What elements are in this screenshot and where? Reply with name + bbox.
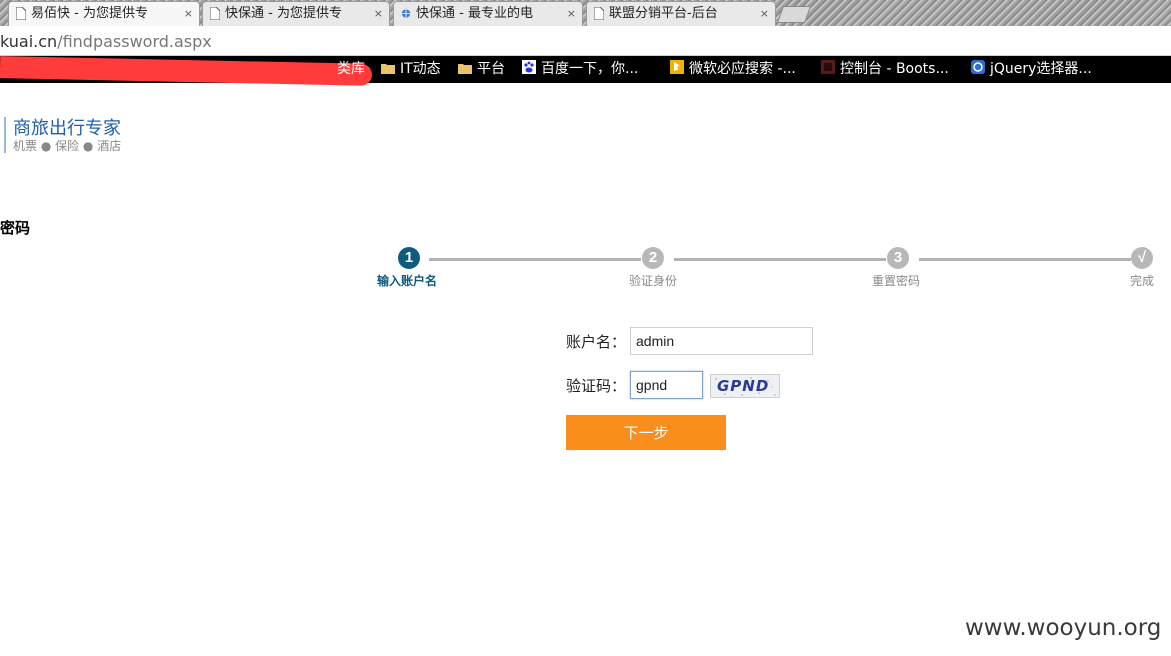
- step-3-label: 重置密码: [872, 274, 921, 288]
- page-title: 密码: [0, 219, 31, 237]
- tab-title: 易佰快 - 为您提供专: [31, 6, 148, 21]
- baidu-icon: [522, 60, 536, 74]
- bookmark-folder-platform[interactable]: 平台: [458, 56, 505, 83]
- tab-close-icon[interactable]: ×: [374, 2, 383, 25]
- step-1-label: 输入账户名: [377, 274, 438, 288]
- logo-subtitle: 机票 ● 保险 ● 酒店: [13, 139, 122, 153]
- tab-title: 快保通 - 为您提供专: [225, 6, 342, 21]
- url-domain: kuai.cn: [0, 32, 58, 51]
- globe-icon: [401, 9, 411, 18]
- captcha-input[interactable]: [630, 371, 703, 399]
- step-2-number: 2: [642, 247, 664, 269]
- bookmark-bootstrap[interactable]: 控制台 - Boots...: [821, 56, 949, 83]
- bookmarks-bar: 类库 IT动态 平台 百度一下，你... 微软必应搜索 -... 控制台 - B…: [0, 56, 1171, 86]
- browser-tab-1[interactable]: 易佰快 - 为您提供专 ×: [8, 1, 200, 26]
- url-text[interactable]: kuai.cn/findpassword.aspx: [0, 32, 212, 51]
- bookmark-label: IT动态: [400, 61, 441, 77]
- step-3-number: 3: [887, 247, 909, 269]
- browser-tab-2[interactable]: 快保通 - 为您提供专 ×: [202, 1, 390, 26]
- redaction-mark: [0, 56, 373, 86]
- captcha-text: GPND: [717, 377, 770, 395]
- bookmark-baidu[interactable]: 百度一下，你...: [522, 56, 638, 83]
- tab-title: 快保通 - 最专业的电: [416, 6, 533, 21]
- folder-icon: [381, 64, 395, 74]
- step-2-label: 验证身份: [629, 274, 678, 288]
- page-icon: [594, 7, 604, 20]
- step-1-number: 1: [398, 247, 420, 269]
- bookmark-label: 类库: [337, 61, 365, 77]
- page-icon: [16, 7, 26, 20]
- bookmark-label: jQuery选择器...: [990, 61, 1092, 77]
- tab-close-icon[interactable]: ×: [760, 2, 769, 25]
- page-icon: [210, 7, 220, 20]
- tab-title: 联盟分销平台-后台: [609, 6, 718, 21]
- account-input[interactable]: [630, 327, 813, 355]
- captcha-label: 验证码：: [566, 377, 627, 395]
- bookmark-label: 平台: [477, 61, 505, 77]
- browser-tab-strip: 易佰快 - 为您提供专 × 快保通 - 为您提供专 × 快保通 - 最专业的电 …: [0, 0, 1171, 26]
- watermark: www.wooyun.org: [965, 615, 1162, 641]
- browser-tab-3[interactable]: 快保通 - 最专业的电 ×: [393, 1, 583, 26]
- bing-icon: [670, 60, 684, 74]
- new-tab-button[interactable]: [776, 6, 812, 23]
- bookmark-label: 微软必应搜索 -...: [689, 61, 796, 77]
- next-step-button[interactable]: 下一步: [566, 415, 726, 450]
- step-done-label: 完成: [1130, 274, 1155, 288]
- jquery-icon: [971, 60, 985, 74]
- step-connector: [429, 258, 641, 261]
- step-connector: [919, 258, 1131, 261]
- browser-tab-4[interactable]: 联盟分销平台-后台 ×: [586, 1, 776, 26]
- logo-divider: [4, 117, 6, 153]
- account-label: 账户名：: [566, 333, 627, 351]
- bookmark-item[interactable]: 类库: [337, 56, 365, 83]
- tab-close-icon[interactable]: ×: [567, 2, 576, 25]
- bookmark-label: 控制台 - Boots...: [840, 61, 949, 77]
- bookmark-folder-it[interactable]: IT动态: [381, 56, 441, 83]
- bookmark-jquery[interactable]: jQuery选择器...: [971, 56, 1092, 83]
- folder-icon: [458, 64, 472, 74]
- bookmark-icon: [821, 60, 835, 74]
- address-bar[interactable]: kuai.cn/findpassword.aspx: [0, 26, 1171, 56]
- step-connector: [674, 258, 886, 261]
- tab-close-icon[interactable]: ×: [184, 2, 193, 25]
- url-path: /findpassword.aspx: [57, 32, 212, 51]
- bookmark-bing[interactable]: 微软必应搜索 -...: [670, 56, 796, 83]
- bookmark-label: 百度一下，你...: [541, 61, 639, 77]
- step-done-check-icon: √: [1131, 247, 1153, 269]
- captcha-image[interactable]: GPND: [710, 374, 780, 398]
